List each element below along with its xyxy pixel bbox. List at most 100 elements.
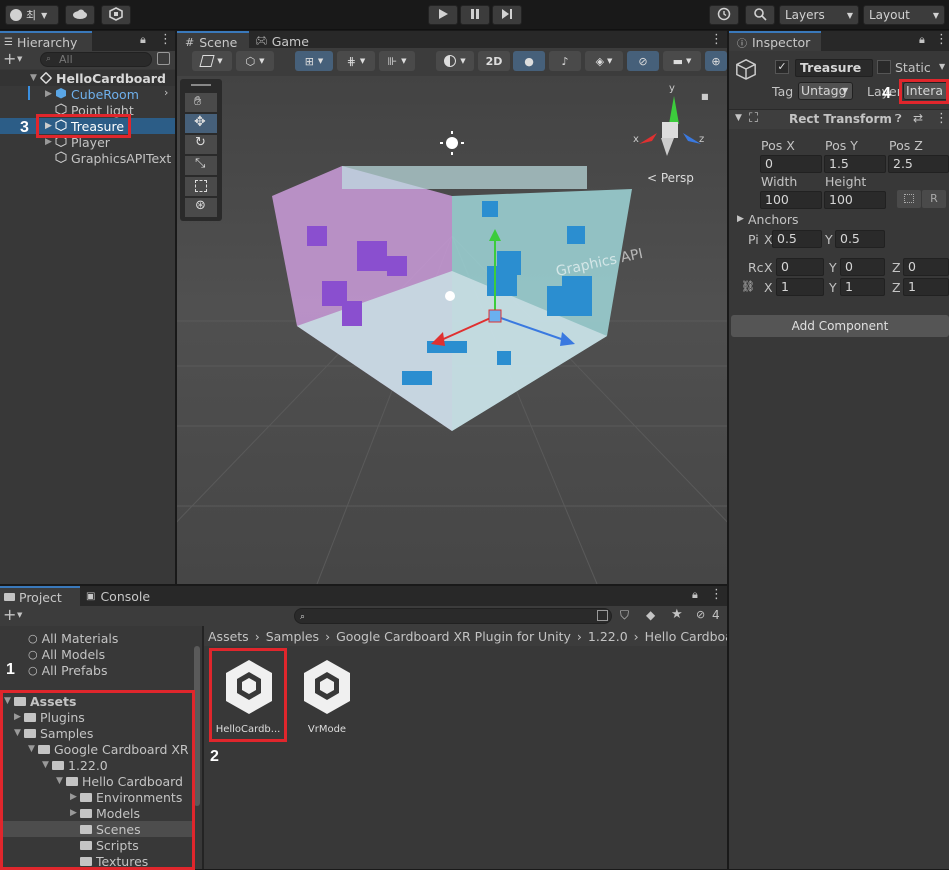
tag-filter-icon[interactable]: ◆ xyxy=(646,608,655,622)
expand-arrow-icon[interactable]: ▶ xyxy=(70,808,80,818)
toggle-2d-button[interactable]: 2D xyxy=(478,51,510,71)
grid-snapping-dropdown[interactable]: ⊞ ▼ xyxy=(295,51,333,71)
expand-arrow-icon[interactable]: ▶ xyxy=(45,137,55,147)
tree-item-environments[interactable]: ▶ Environments xyxy=(0,789,182,805)
expand-arrow-icon[interactable]: ▶ xyxy=(14,712,24,722)
transform-tool-button[interactable]: ⊛ xyxy=(185,198,217,217)
rect-transform-header[interactable]: ▼ ⛶ Rect Transform ❓︎ ⇄ ⋮ xyxy=(729,109,949,129)
pivot-y-field[interactable]: 0.5 xyxy=(835,230,885,248)
tree-scrollbar[interactable] xyxy=(194,646,200,806)
tab-inspector[interactable]: ⓘ Inspector xyxy=(729,31,821,51)
favorite-item[interactable]: ○ All Materials xyxy=(0,630,118,646)
layout-dropdown[interactable]: Layout ▼ xyxy=(863,5,945,25)
move-tool-button[interactable]: ✥ xyxy=(185,114,217,133)
pos-z-field[interactable]: 2.5 xyxy=(888,155,949,173)
tree-item-plugins[interactable]: ▶ Plugins xyxy=(0,709,85,725)
expand-arrow-icon[interactable]: ▼ xyxy=(28,744,38,754)
project-search-input[interactable]: ⌕ xyxy=(294,608,612,624)
chevron-down-icon[interactable]: ▼ xyxy=(17,611,22,619)
rot-y-field[interactable]: 0 xyxy=(840,258,885,276)
blueprint-mode-button[interactable] xyxy=(897,190,921,208)
link-icon[interactable]: ⛓︎ xyxy=(741,280,755,293)
tree-item-assets[interactable]: ▼ Assets xyxy=(0,693,76,709)
scene-viewport[interactable]: Graphics API y x z ■ < Persp xyxy=(177,76,727,584)
favorite-item[interactable]: ○ All Models xyxy=(0,646,105,662)
lock-icon[interactable]: 🔒︎ xyxy=(919,33,925,47)
increment-snap-dropdown[interactable]: ⊪ ▼ xyxy=(379,51,415,71)
play-button[interactable] xyxy=(428,5,458,25)
chevron-down-icon[interactable]: ▼ xyxy=(939,62,945,71)
tag-dropdown[interactable]: Untagg ▼ xyxy=(798,82,853,100)
shading-mode-dropdown[interactable]: ▼ xyxy=(436,51,474,71)
scale-z-field[interactable]: 1 xyxy=(903,278,949,296)
tab-console[interactable]: ▣ Console xyxy=(80,586,160,606)
asset-item[interactable]: VrMode xyxy=(291,652,363,740)
favorite-item[interactable]: ○ All Prefabs xyxy=(0,662,107,678)
hierarchy-search-input[interactable]: ⌕ All xyxy=(40,52,152,67)
history-button[interactable] xyxy=(709,5,739,25)
rect-tool-button[interactable] xyxy=(185,177,217,196)
foldout-arrow-icon[interactable]: ▶ xyxy=(737,214,744,224)
width-field[interactable]: 100 xyxy=(760,191,822,209)
add-component-button[interactable]: Add Component xyxy=(731,315,949,337)
asset-item[interactable]: HelloCardb... xyxy=(212,652,284,740)
expand-arrow-icon[interactable]: ▼ xyxy=(42,760,52,770)
tree-item-cardboard[interactable]: ▼ Google Cardboard XR P xyxy=(0,741,200,757)
search-button[interactable] xyxy=(745,5,775,25)
help-icon[interactable]: ❓︎ xyxy=(895,112,902,126)
account-button[interactable]: 최 ▼ xyxy=(5,5,59,25)
active-checkbox[interactable]: ✓ xyxy=(775,60,789,74)
object-name-field[interactable]: Treasure xyxy=(795,59,873,77)
layer-dropdown[interactable]: Intera xyxy=(903,82,948,100)
lock-icon[interactable]: 🔒︎ xyxy=(140,33,146,47)
add-icon[interactable]: + xyxy=(3,49,16,68)
palette-handle[interactable] xyxy=(191,84,211,86)
effects-dropdown[interactable]: ◈ ▼ xyxy=(585,51,623,71)
scale-x-field[interactable]: 1 xyxy=(776,278,824,296)
pivot-x-field[interactable]: 0.5 xyxy=(772,230,822,248)
hierarchy-row-cuberoom[interactable]: ▶ CubeRoom › xyxy=(0,86,175,102)
chevron-down-icon[interactable]: ▼ xyxy=(17,55,22,63)
expand-arrow-icon[interactable]: ▶ xyxy=(70,792,80,802)
hierarchy-row-pointlight[interactable]: Point light xyxy=(0,102,175,118)
breadcrumb-item[interactable]: Hello Cardboard xyxy=(645,629,727,644)
tree-item-scenes[interactable]: Scenes xyxy=(0,821,192,837)
hierarchy-row-graphicsapi[interactable]: GraphicsAPIText xyxy=(0,150,175,166)
tree-item-models[interactable]: ▶ Models xyxy=(0,805,140,821)
more-icon[interactable]: ⋮ xyxy=(935,111,948,126)
breadcrumb-item[interactable]: Samples xyxy=(266,629,319,644)
more-icon[interactable]: ⋮ xyxy=(710,32,723,47)
persp-label[interactable]: < Persp xyxy=(647,171,694,185)
draw-mode-dropdown[interactable]: ▼ xyxy=(192,51,232,71)
expand-arrow-icon[interactable]: ▼ xyxy=(30,73,40,83)
breadcrumb-item[interactable]: 1.22.0 xyxy=(588,629,628,644)
tree-item-version[interactable]: ▼ 1.22.0 xyxy=(0,757,108,773)
layers-dropdown[interactable]: Layers ▼ xyxy=(779,5,859,25)
hidden-objects-toggle[interactable]: ⊘ xyxy=(627,51,659,71)
static-checkbox[interactable] xyxy=(877,60,891,74)
audio-toggle[interactable]: ♪ xyxy=(549,51,581,71)
foldout-arrow-icon[interactable]: ▼ xyxy=(735,113,742,123)
add-icon[interactable]: + xyxy=(3,605,16,624)
pos-y-field[interactable]: 1.5 xyxy=(824,155,886,173)
lock-icon[interactable]: 🔒︎ xyxy=(692,588,698,602)
tab-hierarchy[interactable]: ☰ Hierarchy xyxy=(0,31,92,51)
lock-icon[interactable]: ■ xyxy=(701,92,709,101)
filter-icon[interactable] xyxy=(157,52,170,65)
tree-item-scripts[interactable]: Scripts xyxy=(0,837,139,853)
step-button[interactable] xyxy=(492,5,522,25)
expand-arrow-icon[interactable]: ▼ xyxy=(4,696,14,706)
expand-arrow-icon[interactable]: ▼ xyxy=(14,728,24,738)
collab-button[interactable] xyxy=(101,5,131,25)
expand-arrow-icon[interactable]: ▶ xyxy=(45,89,55,99)
render-mode-dropdown[interactable]: ⬡ ▼ xyxy=(236,51,274,71)
pos-x-field[interactable]: 0 xyxy=(760,155,822,173)
cloud-button[interactable] xyxy=(65,5,95,25)
raw-edit-button[interactable]: R xyxy=(922,190,946,208)
tab-project[interactable]: Project xyxy=(0,586,80,606)
search-filter-icon[interactable]: ⛉ xyxy=(620,608,629,623)
hand-tool-button[interactable]: ✋︎ xyxy=(185,93,217,112)
panel-divider[interactable] xyxy=(202,626,204,869)
star-icon[interactable]: ★ xyxy=(671,607,683,622)
breadcrumb-item[interactable]: Assets xyxy=(208,629,249,644)
